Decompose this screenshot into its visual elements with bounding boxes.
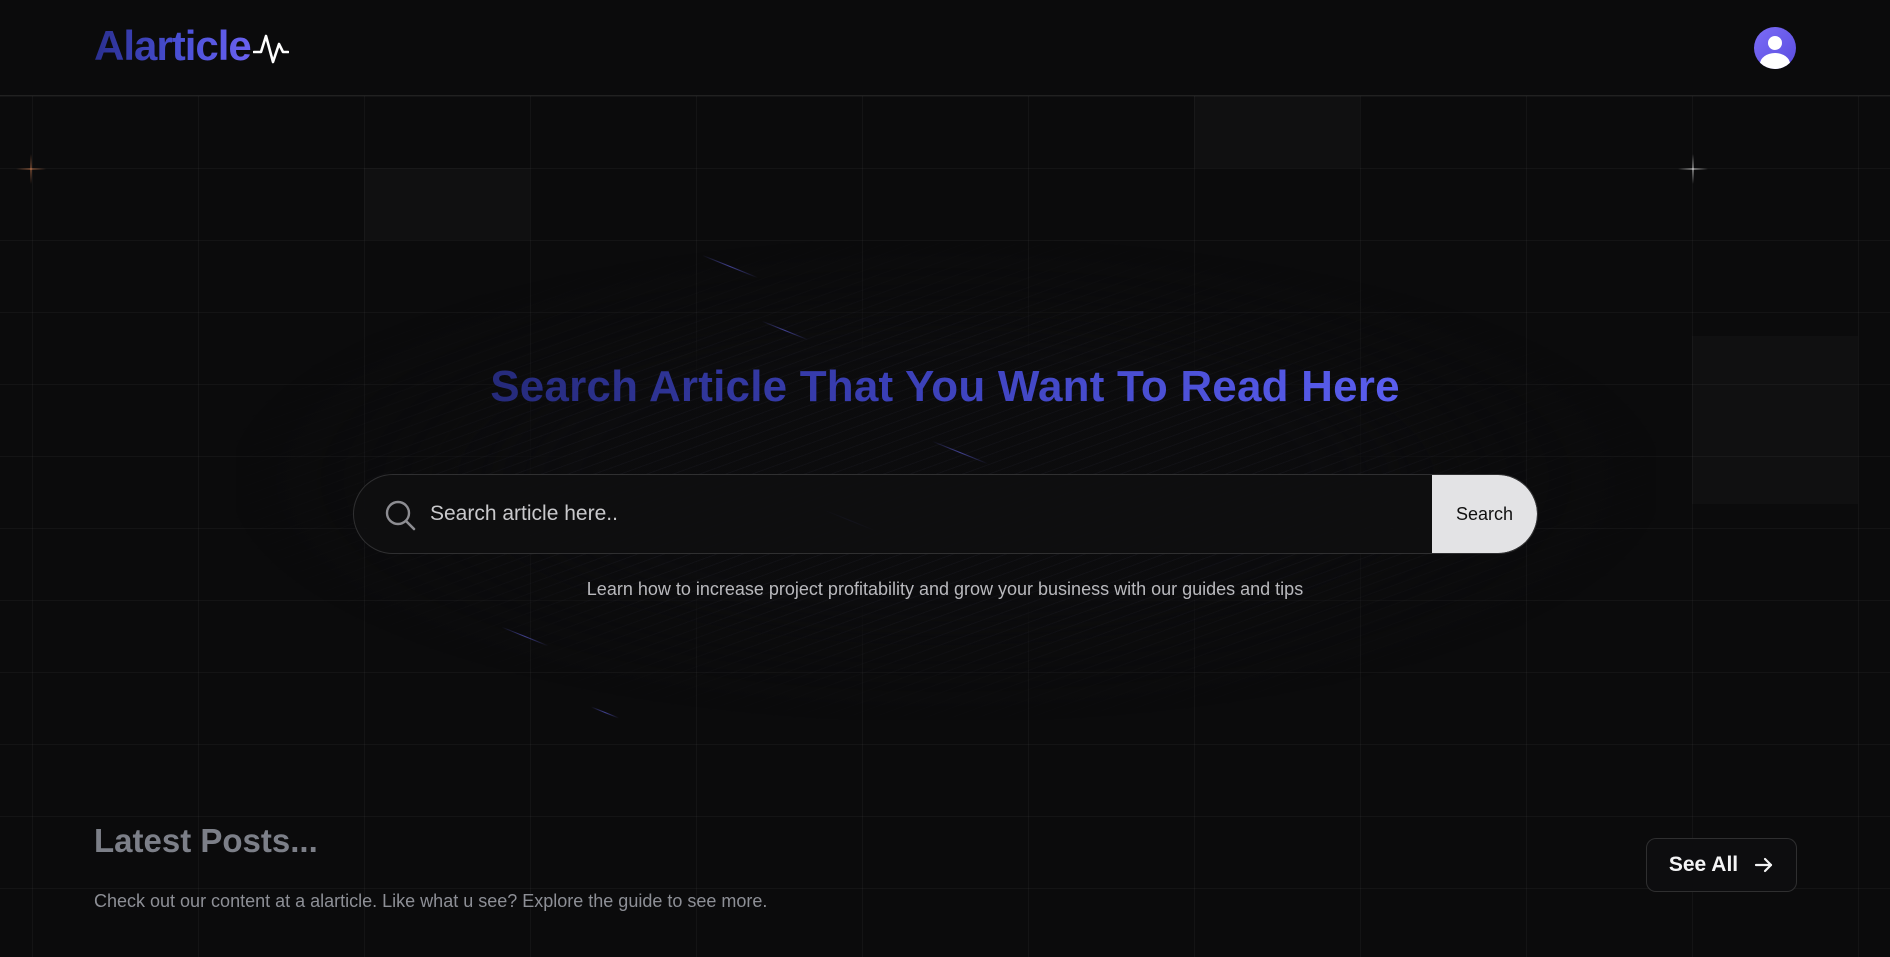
hero-title: Search Article That You Want To Read Her… [0,362,1890,412]
latest-posts-title: Latest Posts... [94,822,318,859]
pulse-icon [252,34,289,64]
avatar-body [1760,53,1790,69]
avatar-head [1768,36,1782,50]
search-input[interactable] [430,475,1390,553]
background-tile [364,168,530,240]
search-icon [385,500,416,531]
logo[interactable]: Alarticle [94,22,289,70]
hero-title-text: Search Article That You Want To Read Her… [490,362,1400,411]
user-avatar-icon[interactable] [1754,27,1796,69]
see-all-button[interactable]: See All [1646,838,1797,892]
top-navbar: Alarticle [0,0,1890,96]
logo-text: Alarticle [94,22,252,69]
sparkle-icon [1678,154,1708,184]
search-button[interactable]: Search [1432,475,1537,553]
search-bar: Search [353,474,1538,554]
arrow-right-icon [1755,857,1773,873]
latest-posts-description: Check out our content at a alarticle. Li… [94,891,768,911]
hero-subtitle: Learn how to increase project profitabil… [586,579,1304,599]
sparkle-icon [16,154,46,184]
page: Alarticle Search Article That You Want T… [0,0,1890,957]
background-tile [1194,96,1360,168]
see-all-label: See All [1668,853,1739,876]
